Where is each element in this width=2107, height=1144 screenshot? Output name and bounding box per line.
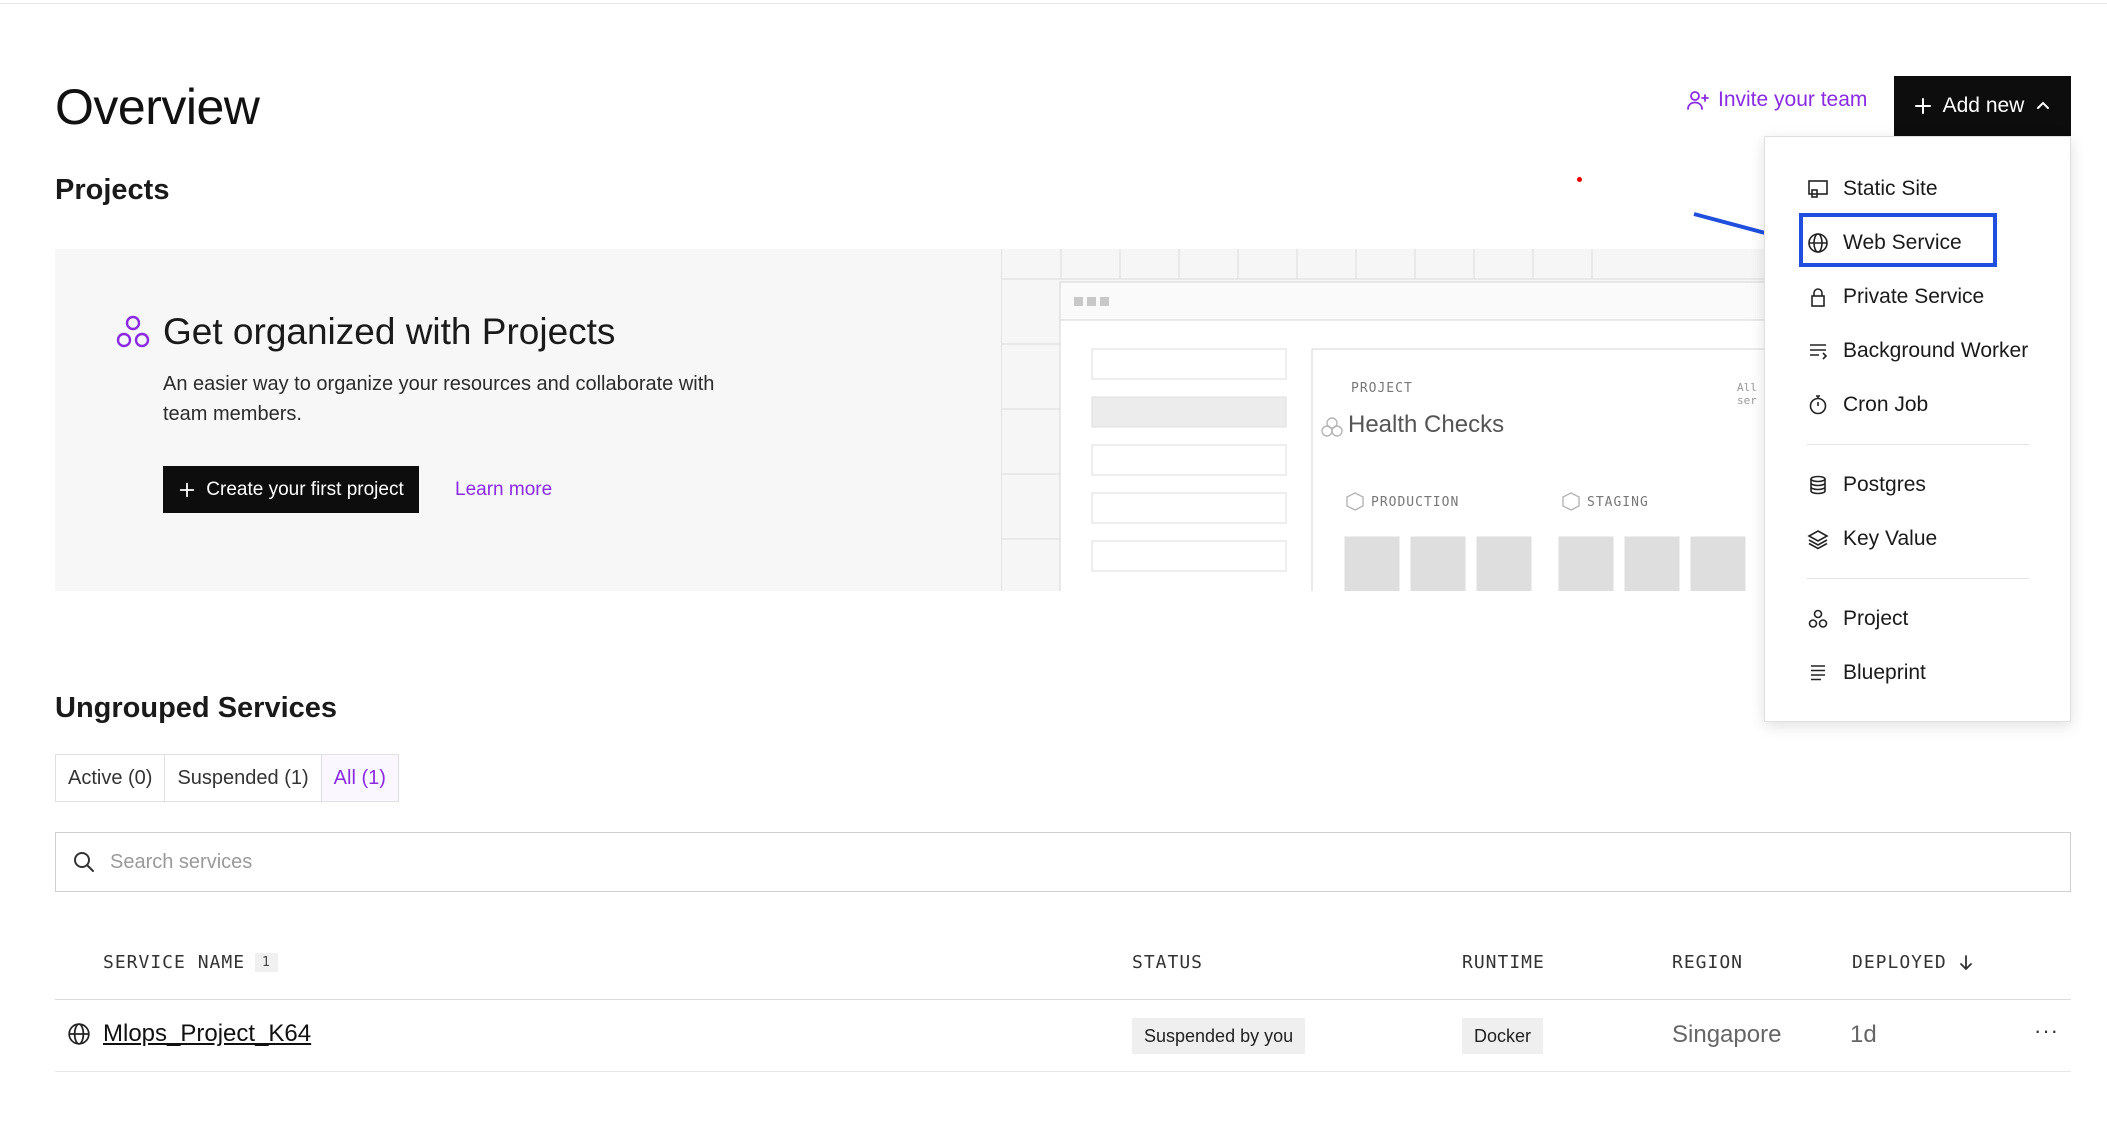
search-services-box [55,832,2071,892]
menu-item-label: Cron Job [1843,393,1929,416]
worker-icon [1810,344,1828,360]
project-icon [1808,609,1828,628]
menu-item-key-value[interactable]: Key Value [1807,519,1937,559]
project-icon [116,315,150,348]
column-header-status: STATUS [1132,952,1203,973]
invite-team-button[interactable]: Invite your team [1686,88,1867,112]
invite-team-label: Invite your team [1718,88,1868,111]
table-divider [55,999,2071,1000]
layers-icon [1807,530,1829,550]
create-first-project-label: Create your first project [206,478,404,500]
blueprint-icon [1811,665,1825,681]
menu-divider [1807,578,2029,579]
menu-item-postgres[interactable]: Postgres [1807,465,1926,505]
plus-icon [1914,98,1931,114]
user-plus-icon [1687,91,1709,110]
lock-icon [1811,288,1825,307]
column-header-deployed[interactable]: DEPLOYED [1852,952,1975,973]
menu-item-label: Postgres [1843,473,1926,496]
column-header-label: REGION [1672,952,1744,973]
runtime-badge: Docker [1462,1018,1544,1054]
table-row: Mlops_Project_K64 [67,1020,311,1048]
service-count-badge: 1 [255,953,278,972]
search-services-input[interactable] [110,850,1910,874]
menu-item-blueprint[interactable]: Blueprint [1807,653,1926,693]
menu-item-label: Private Service [1843,285,1985,308]
plus-icon [180,482,195,497]
static-site-icon [1808,180,1828,198]
illustration-all-label: All ser [1737,381,1757,407]
column-header-service-name[interactable]: SERVICE NAME 1 [103,952,278,973]
column-header-label: RUNTIME [1462,952,1545,973]
chevron-up-icon [2037,101,2050,109]
database-icon [1810,475,1826,495]
search-icon [74,852,94,872]
menu-item-background-worker[interactable]: Background Worker [1807,331,2028,371]
page-title: Overview [55,79,260,135]
menu-item-label: Project [1843,607,1909,630]
learn-more-link[interactable]: Learn more [455,479,552,501]
cursor-dot [1577,177,1582,182]
add-new-label: Add new [1942,94,2025,117]
arrow-down-icon [1959,954,1972,970]
create-first-project-button[interactable]: Create your first project [163,466,419,513]
projects-illustration: PROJECT All ser Health Checks PRODUCTION… [1001,249,1765,591]
column-header-label: DEPLOYED [1852,952,1947,973]
deployed-cell: 1d [1850,1021,1877,1048]
more-actions-icon[interactable]: ··· [2034,1018,2059,1044]
web-service-highlight [1799,213,1997,267]
menu-item-label: Background Worker [1843,339,2029,362]
illustration-project-name: Health Checks [1348,411,1505,438]
column-header-label: STATUS [1132,952,1204,973]
menu-item-label: Static Site [1843,177,1938,200]
menu-item-cron-job[interactable]: Cron Job [1807,385,1928,425]
menu-item-private-service[interactable]: Private Service [1807,277,1984,317]
tab-active[interactable]: Active (0) [56,755,166,801]
projects-card-title: Get organized with Projects [163,311,616,352]
ungrouped-services-heading: Ungrouped Services [55,692,338,724]
top-divider [0,0,2107,4]
add-new-button[interactable]: Add new [1894,76,2071,136]
menu-item-label: Key Value [1843,527,1938,550]
illustration-project-label: PROJECT [1351,381,1413,396]
illustration-env-production: PRODUCTION [1371,495,1460,510]
globe-icon [68,1023,90,1045]
service-filter-tabs: Active (0) Suspended (1) All (1) [55,754,399,802]
menu-item-label: Blueprint [1843,661,1926,684]
projects-promo-card: Get organized with Projects An easier wa… [55,249,1765,591]
stopwatch-icon [1809,395,1827,415]
status-badge: Suspended by you [1132,1018,1306,1054]
tab-all[interactable]: All (1) [321,755,398,801]
tab-suspended[interactable]: Suspended (1) [165,755,322,801]
projects-heading: Projects [55,174,170,206]
region-cell: Singapore [1672,1021,1782,1048]
menu-item-static-site[interactable]: Static Site [1807,169,1938,209]
column-header-region: REGION [1672,952,1743,973]
projects-card-description: An easier way to organize your resources… [163,373,715,425]
illustration-env-staging: STAGING [1587,495,1649,510]
menu-item-project[interactable]: Project [1807,599,1908,639]
column-header-runtime: RUNTIME [1462,952,1545,973]
table-divider [55,1071,2071,1072]
menu-divider [1807,444,2029,445]
column-header-label: SERVICE NAME [103,952,246,973]
service-name-link[interactable]: Mlops_Project_K64 [103,1020,311,1048]
